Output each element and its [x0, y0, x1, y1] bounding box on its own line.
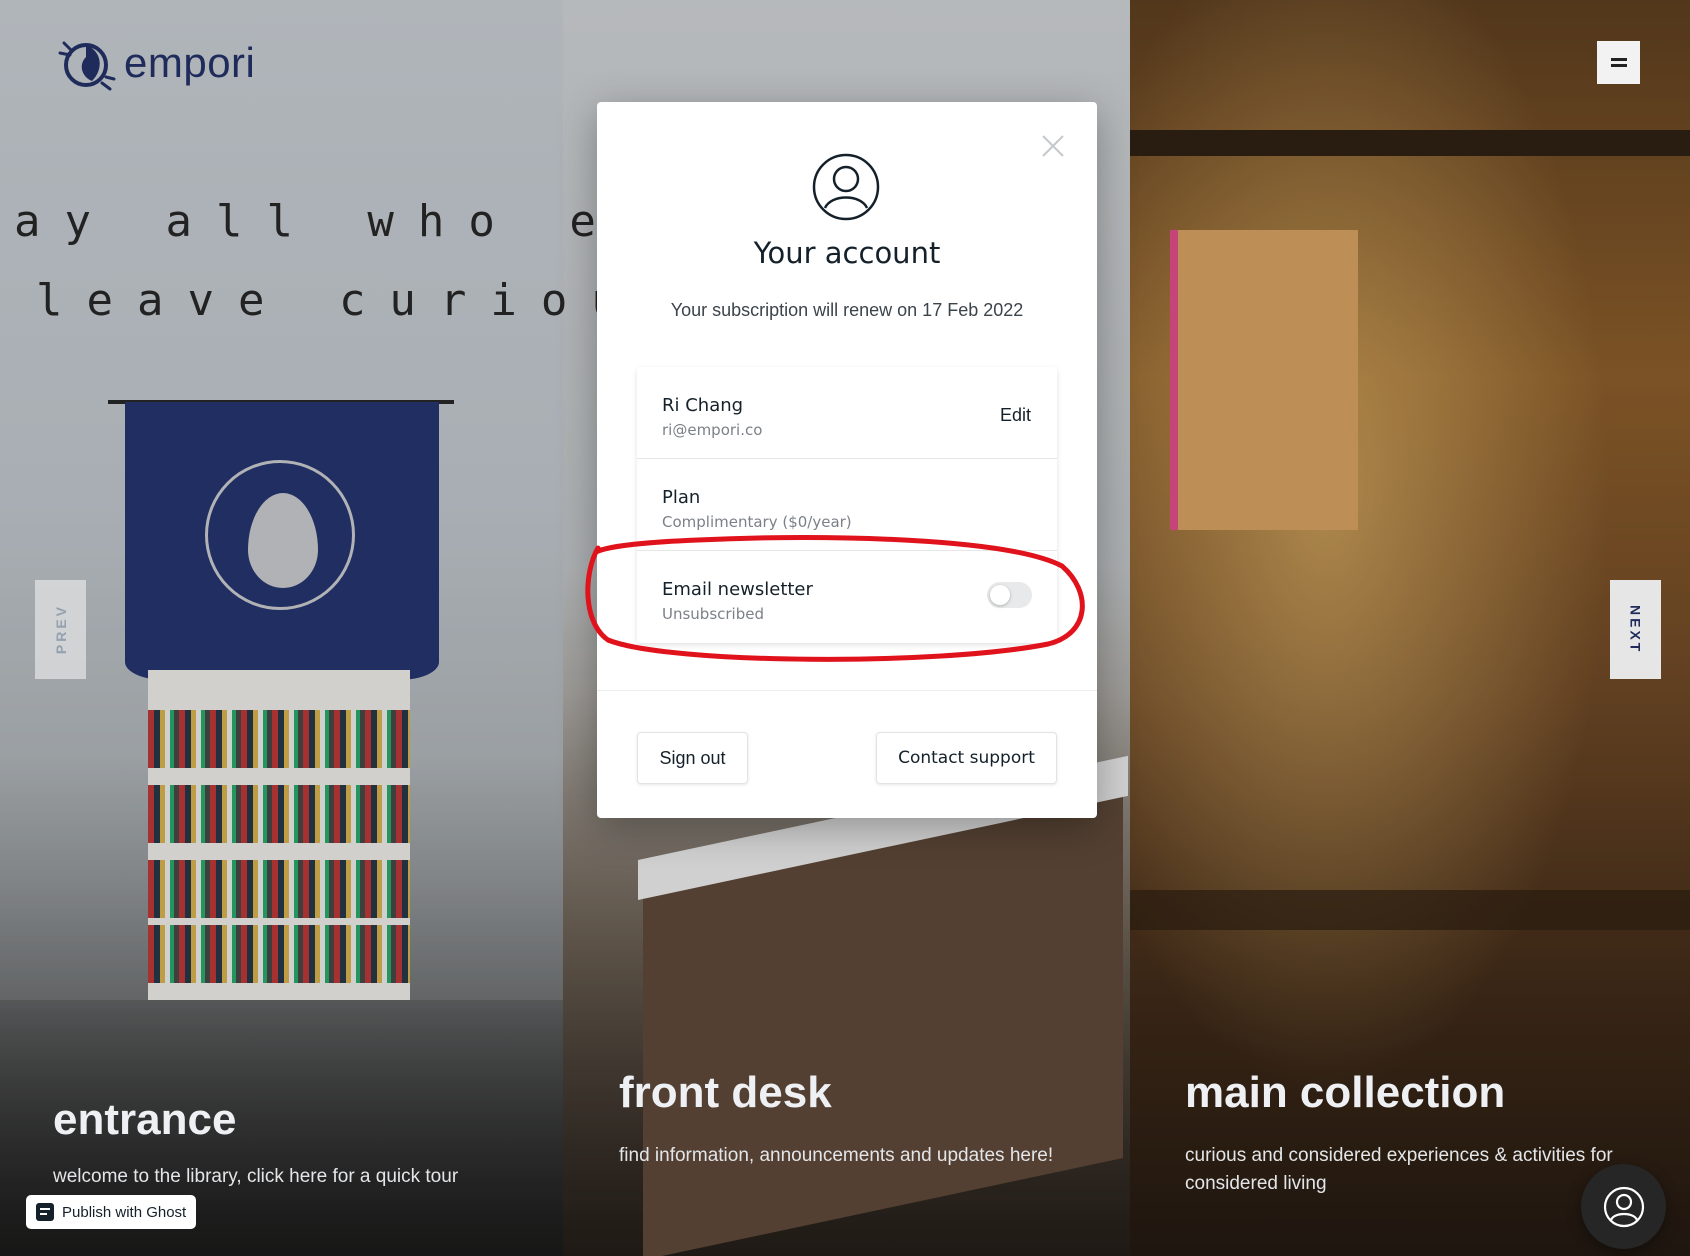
- sign-out-button[interactable]: Sign out: [637, 732, 748, 784]
- plan-title: Plan: [662, 487, 701, 508]
- publish-with-ghost-button[interactable]: Publish with Ghost: [26, 1195, 197, 1229]
- panel-description: welcome to the library, click here for a…: [53, 1166, 459, 1187]
- newsletter-status: Unsubscribed: [662, 605, 764, 623]
- account-avatar-icon: [812, 153, 880, 221]
- logo-mark-icon: [58, 41, 116, 91]
- ghost-icon: [36, 1203, 54, 1221]
- member-name: Ri Chang: [662, 395, 744, 416]
- panel-description: find information, announcements and upda…: [619, 1145, 1054, 1166]
- panel-title: main collection: [1185, 1068, 1506, 1117]
- newsletter-title: Email newsletter: [662, 579, 813, 600]
- account-modal: Your account Your subscription will rene…: [597, 102, 1097, 818]
- plan-value: Complimentary ($0/year): [662, 513, 852, 531]
- plan-row: Plan Complimentary ($0/year): [637, 459, 1057, 551]
- edit-profile-button[interactable]: Edit: [1000, 405, 1031, 426]
- user-icon: [1603, 1186, 1644, 1227]
- next-label: NEXT: [1627, 604, 1644, 655]
- prev-button[interactable]: PREV: [35, 580, 86, 679]
- modal-title: Your account: [753, 236, 941, 270]
- contact-support-button[interactable]: Contact support: [876, 732, 1057, 784]
- logo-text: empori: [124, 39, 256, 86]
- member-email: ri@empori.co: [662, 421, 763, 439]
- account-details-list: Ri Chang ri@empori.co Edit Plan Complime…: [637, 367, 1057, 643]
- toggle-knob: [990, 585, 1010, 605]
- site-logo[interactable]: empori: [52, 35, 255, 91]
- hamburger-menu-button[interactable]: [1597, 41, 1640, 84]
- newsletter-row: Email newsletter Unsubscribed: [637, 551, 1057, 643]
- close-icon[interactable]: [1039, 132, 1067, 160]
- panel-caption-main-collection[interactable]: main collection curious and considered e…: [1185, 1068, 1655, 1198]
- publish-label: Publish with Ghost: [62, 1203, 187, 1221]
- tagline-line-2: leave curious: [36, 275, 693, 326]
- prev-label: PREV: [52, 604, 69, 655]
- panel-caption-entrance[interactable]: entrance welcome to the library, click h…: [53, 1095, 533, 1191]
- newsletter-toggle[interactable]: [987, 582, 1032, 608]
- panel-caption-front-desk[interactable]: front desk find information, announcemen…: [619, 1068, 1089, 1170]
- modal-footer: Sign out Contact support: [597, 690, 1097, 818]
- panel-title: entrance: [53, 1095, 237, 1144]
- next-button[interactable]: NEXT: [1610, 580, 1661, 679]
- subscription-renewal-text: Your subscription will renew on 17 Feb 2…: [670, 300, 1024, 320]
- account-portal-button[interactable]: [1581, 1164, 1666, 1249]
- profile-row: Ri Chang ri@empori.co Edit: [637, 367, 1057, 459]
- hamburger-icon: [1610, 58, 1627, 61]
- panel-title: front desk: [619, 1068, 832, 1117]
